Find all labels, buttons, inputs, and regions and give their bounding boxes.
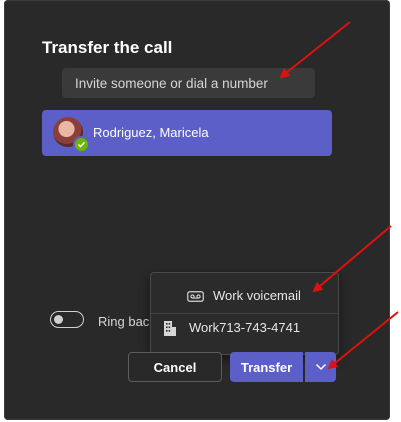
menu-item-label: Work voicemail: [213, 288, 301, 303]
ring-back-label: Ring bac: [98, 314, 150, 329]
voicemail-icon: [187, 289, 204, 307]
available-presence-icon: [73, 136, 90, 153]
transfer-options-menu: Work voicemail Work713-743-4741: [150, 272, 339, 355]
invite-search-input[interactable]: [62, 68, 315, 98]
dialog-title: Transfer the call: [42, 38, 173, 57]
transfer-button[interactable]: Transfer: [230, 352, 303, 382]
menu-item-label: Work713-743-4741: [189, 320, 301, 335]
selected-person-row[interactable]: Rodriguez, Maricela: [42, 110, 332, 156]
toggle-knob: [54, 314, 63, 324]
building-icon: [163, 320, 177, 342]
ring-back-toggle[interactable]: [50, 311, 84, 328]
chevron-down-icon: [315, 363, 326, 371]
menu-item-work-phone[interactable]: Work713-743-4741: [151, 314, 338, 352]
transfer-options-button[interactable]: [305, 352, 336, 382]
transfer-dialog: Transfer the call Rodriguez, Maricela Ri…: [4, 0, 390, 420]
person-name: Rodriguez, Maricela: [93, 125, 209, 140]
menu-item-work-voicemail[interactable]: Work voicemail: [151, 275, 338, 314]
cancel-button[interactable]: Cancel: [128, 352, 222, 382]
